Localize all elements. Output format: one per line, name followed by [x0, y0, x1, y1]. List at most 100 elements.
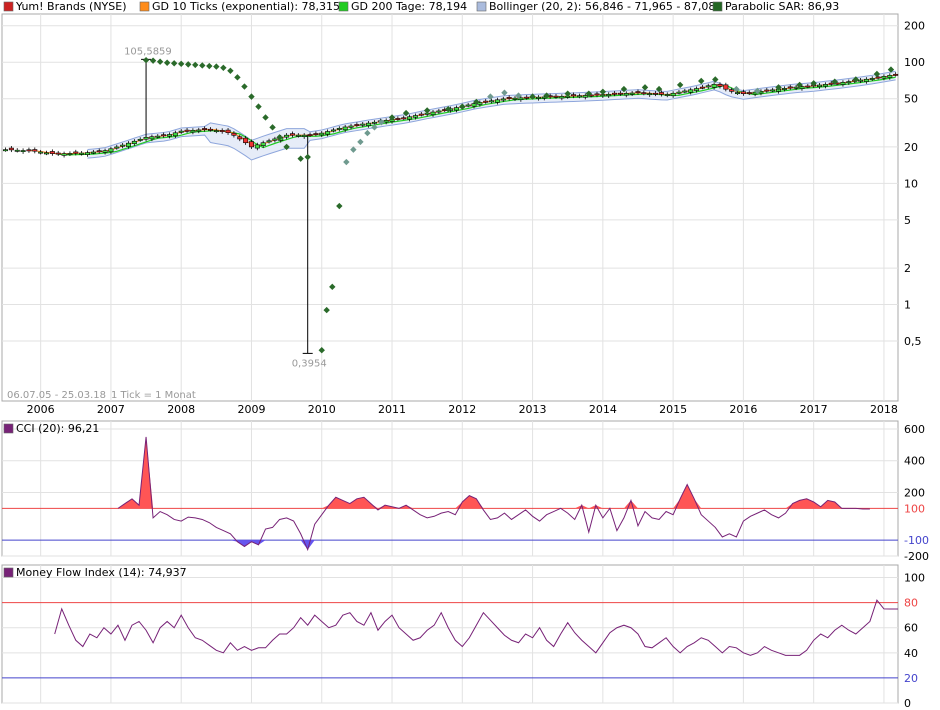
candle-body	[735, 92, 741, 95]
mfi-panel: 100 80 60 40 20 0	[2, 572, 925, 710]
candle-body	[307, 134, 313, 137]
legend-swatch-bollinger	[476, 1, 487, 12]
legend-label-bollinger: Bollinger (20, 2): 56,846 - 71,965 - 87,…	[489, 0, 722, 13]
candle-body	[313, 133, 319, 136]
candle-body	[248, 141, 254, 148]
mfi-title-text: Money Flow Index (14): 74,937	[16, 566, 187, 579]
cci-panel: 600 400 200 100 -100 -200	[2, 423, 929, 563]
candle-body	[694, 88, 700, 91]
candle-body	[571, 94, 577, 97]
candle-body	[49, 151, 55, 154]
candle-body	[237, 136, 243, 140]
tick-info-label: 1 Tick = 1 Monat	[111, 390, 196, 401]
legend-swatch-ema	[139, 1, 150, 12]
legend-swatch-sar	[712, 1, 723, 12]
sar-point	[329, 283, 336, 291]
candle-body	[682, 90, 688, 93]
candle-body	[260, 142, 266, 147]
x-tick-label: 2006	[27, 403, 55, 416]
y-tick-label-main: 20	[904, 141, 918, 154]
x-tick-label: 2012	[448, 403, 476, 416]
candle-body	[647, 93, 653, 96]
candle-body	[301, 134, 307, 137]
candle-body	[822, 84, 828, 87]
candle-body	[676, 91, 682, 94]
candle-body	[120, 144, 126, 147]
y-tick-label-main: 1	[904, 299, 911, 312]
candle-body	[436, 110, 442, 113]
candle-body	[846, 81, 852, 84]
legend-swatch-price	[3, 1, 14, 12]
candle-body	[524, 96, 530, 99]
candle-body	[407, 116, 413, 120]
sar-point	[676, 81, 684, 89]
sar-point	[227, 67, 234, 74]
panel-frame-mfi	[1, 564, 899, 704]
candle-body	[383, 120, 389, 123]
sar-point	[234, 74, 241, 81]
candle-body	[500, 98, 506, 101]
y-tick-label-main: 50	[904, 93, 918, 106]
candle-body	[401, 117, 407, 120]
sar-point	[262, 114, 269, 121]
candle-body	[705, 85, 711, 88]
y-tick-label-main: 5	[904, 214, 911, 227]
candle-body	[699, 86, 705, 89]
candle-body	[284, 134, 290, 138]
candle-body	[612, 92, 618, 95]
candle-body	[85, 152, 91, 155]
candle-body	[231, 132, 237, 136]
candle-body	[196, 129, 202, 132]
y-tick-label-cci: 600	[904, 423, 925, 436]
candle-body	[635, 91, 641, 94]
sar-point	[343, 158, 350, 166]
candle-body	[483, 100, 489, 103]
candle-body	[828, 82, 834, 85]
candle-body	[740, 91, 746, 94]
candle-body	[125, 142, 131, 147]
stock-chart: 2006 2007 2008 2009 2010 2011 2012 2013 2014 2015…	[1, 0, 929, 710]
candle-body	[213, 130, 219, 133]
cci-title: CCI (20): 96,21	[3, 422, 99, 435]
candle-body	[207, 128, 213, 131]
candle-body	[330, 129, 336, 132]
legend-label-sar: Parabolic SAR: 86,93	[725, 0, 839, 13]
candle-body	[664, 94, 670, 96]
sar-point	[199, 62, 206, 69]
candle-body	[114, 146, 120, 149]
candle-body	[893, 73, 899, 76]
candle-body	[506, 97, 512, 99]
candle-body	[325, 131, 331, 135]
x-tick-label: 2018	[870, 403, 898, 416]
legend-label-price: Yum! Brands (NYSE)	[15, 0, 127, 13]
candle-body	[225, 129, 231, 133]
candle-body	[166, 134, 172, 137]
candle-body	[653, 92, 659, 95]
candle-body	[887, 75, 893, 78]
candle-body	[289, 133, 295, 136]
y-tick-label-mfi: 100	[904, 572, 925, 585]
candle-body	[430, 111, 436, 116]
candle-body	[717, 83, 723, 87]
candle-body	[875, 76, 881, 79]
candle-body	[149, 136, 155, 140]
candle-body	[73, 151, 79, 154]
cci-title-text: CCI (20): 96,21	[16, 422, 99, 435]
x-tick-label: 2008	[167, 403, 195, 416]
mfi-title: Money Flow Index (14): 74,937	[3, 566, 187, 579]
candle-body	[781, 88, 787, 90]
candle-body	[67, 153, 73, 155]
cci-line	[117, 436, 870, 552]
candle-body	[295, 134, 301, 137]
candle-body	[670, 92, 676, 97]
candle-body	[817, 84, 823, 88]
candle-body	[14, 149, 20, 152]
x-tick-label: 2017	[800, 403, 828, 416]
candle-body	[869, 78, 875, 80]
sar-point	[336, 202, 343, 210]
sar-point	[269, 124, 276, 131]
sar-point	[698, 77, 705, 85]
y-tick-label-mfi: 0	[904, 697, 911, 710]
candle-body	[535, 96, 541, 99]
x-tick-label: 2011	[378, 403, 406, 416]
